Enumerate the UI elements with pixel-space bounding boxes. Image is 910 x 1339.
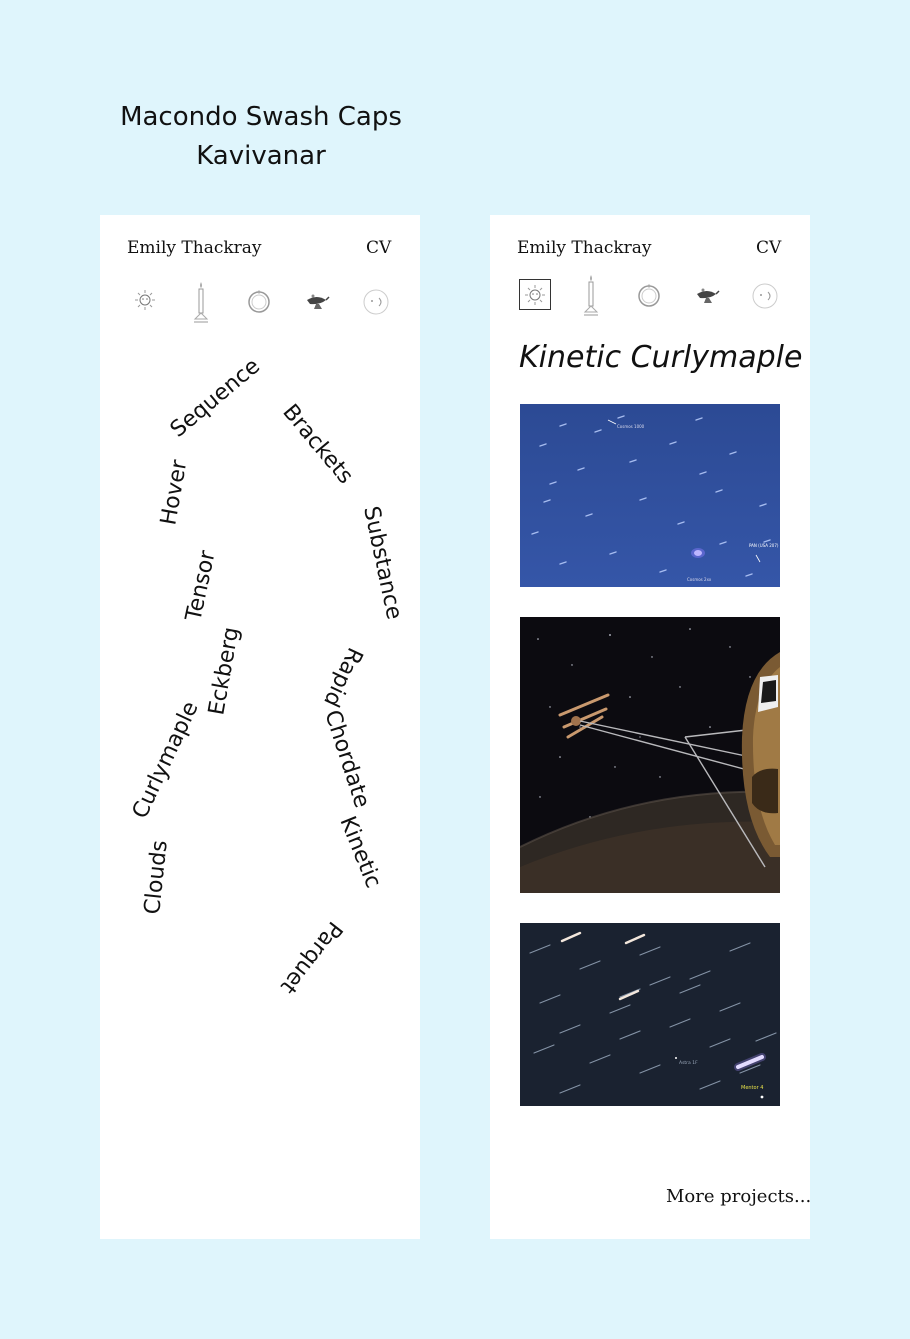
project-photo-3[interactable]: Astra 1F Mentor 4	[520, 923, 780, 1106]
word-link[interactable]: Rapid	[318, 643, 367, 710]
word-link[interactable]: Sequence	[166, 360, 265, 443]
page-title: Macondo Swash Caps Kavivanar	[100, 98, 422, 176]
word-link[interactable]: Kinetic	[334, 813, 385, 892]
project-title: Kinetic Curlymaple	[519, 340, 803, 375]
author-name-left[interactable]: Emily Thackray	[127, 238, 262, 258]
author-name-right[interactable]: Emily Thackray	[517, 238, 652, 258]
cv-link-left[interactable]: CV	[366, 238, 391, 258]
ring-icon[interactable]	[637, 283, 661, 307]
project-photo-1[interactable]: Cosmos 1000 PAN (USA 207) Cosmos 2xx	[520, 404, 780, 587]
word-link[interactable]: Parquet	[275, 916, 347, 998]
satellite-label: Astra 1F	[679, 1060, 698, 1066]
page-title-line1: Macondo Swash Caps	[120, 102, 402, 132]
project-photo-2[interactable]	[520, 617, 780, 893]
moon-face-icon[interactable]	[752, 283, 778, 309]
satellite-label: Cosmos 1000	[617, 424, 645, 429]
sun-icon[interactable]	[524, 284, 546, 306]
satellite-label: PAN (USA 207)	[749, 543, 779, 548]
oil-lamp-icon[interactable]	[694, 286, 720, 304]
cv-link-right[interactable]: CV	[756, 238, 781, 258]
word-link[interactable]: Curlymaple	[128, 698, 204, 823]
page-title-line2: Kavivanar	[196, 141, 326, 171]
word-map: Clouds Curlymaple Eckberg Tensor Hover S…	[128, 360, 407, 999]
ring-icon[interactable]	[247, 289, 271, 313]
word-link[interactable]: Tensor	[181, 548, 221, 625]
candle-icon[interactable]	[192, 281, 210, 325]
oil-lamp-icon[interactable]	[304, 292, 330, 310]
satellite-label: Cosmos 2xx	[687, 577, 712, 582]
word-link[interactable]: Substance	[358, 504, 406, 622]
candle-icon[interactable]	[582, 274, 600, 318]
word-link[interactable]: Eckberg	[204, 625, 244, 717]
word-link[interactable]: Chordate	[319, 707, 374, 811]
word-link[interactable]: Hover	[156, 457, 192, 527]
more-projects-link[interactable]: More projects...	[666, 1186, 811, 1207]
sun-icon[interactable]	[134, 289, 156, 311]
word-link[interactable]: Brackets	[277, 400, 357, 489]
satellite-label: Mentor 4	[741, 1085, 763, 1091]
word-link[interactable]: Clouds	[140, 839, 173, 916]
moon-face-icon[interactable]	[363, 289, 389, 315]
